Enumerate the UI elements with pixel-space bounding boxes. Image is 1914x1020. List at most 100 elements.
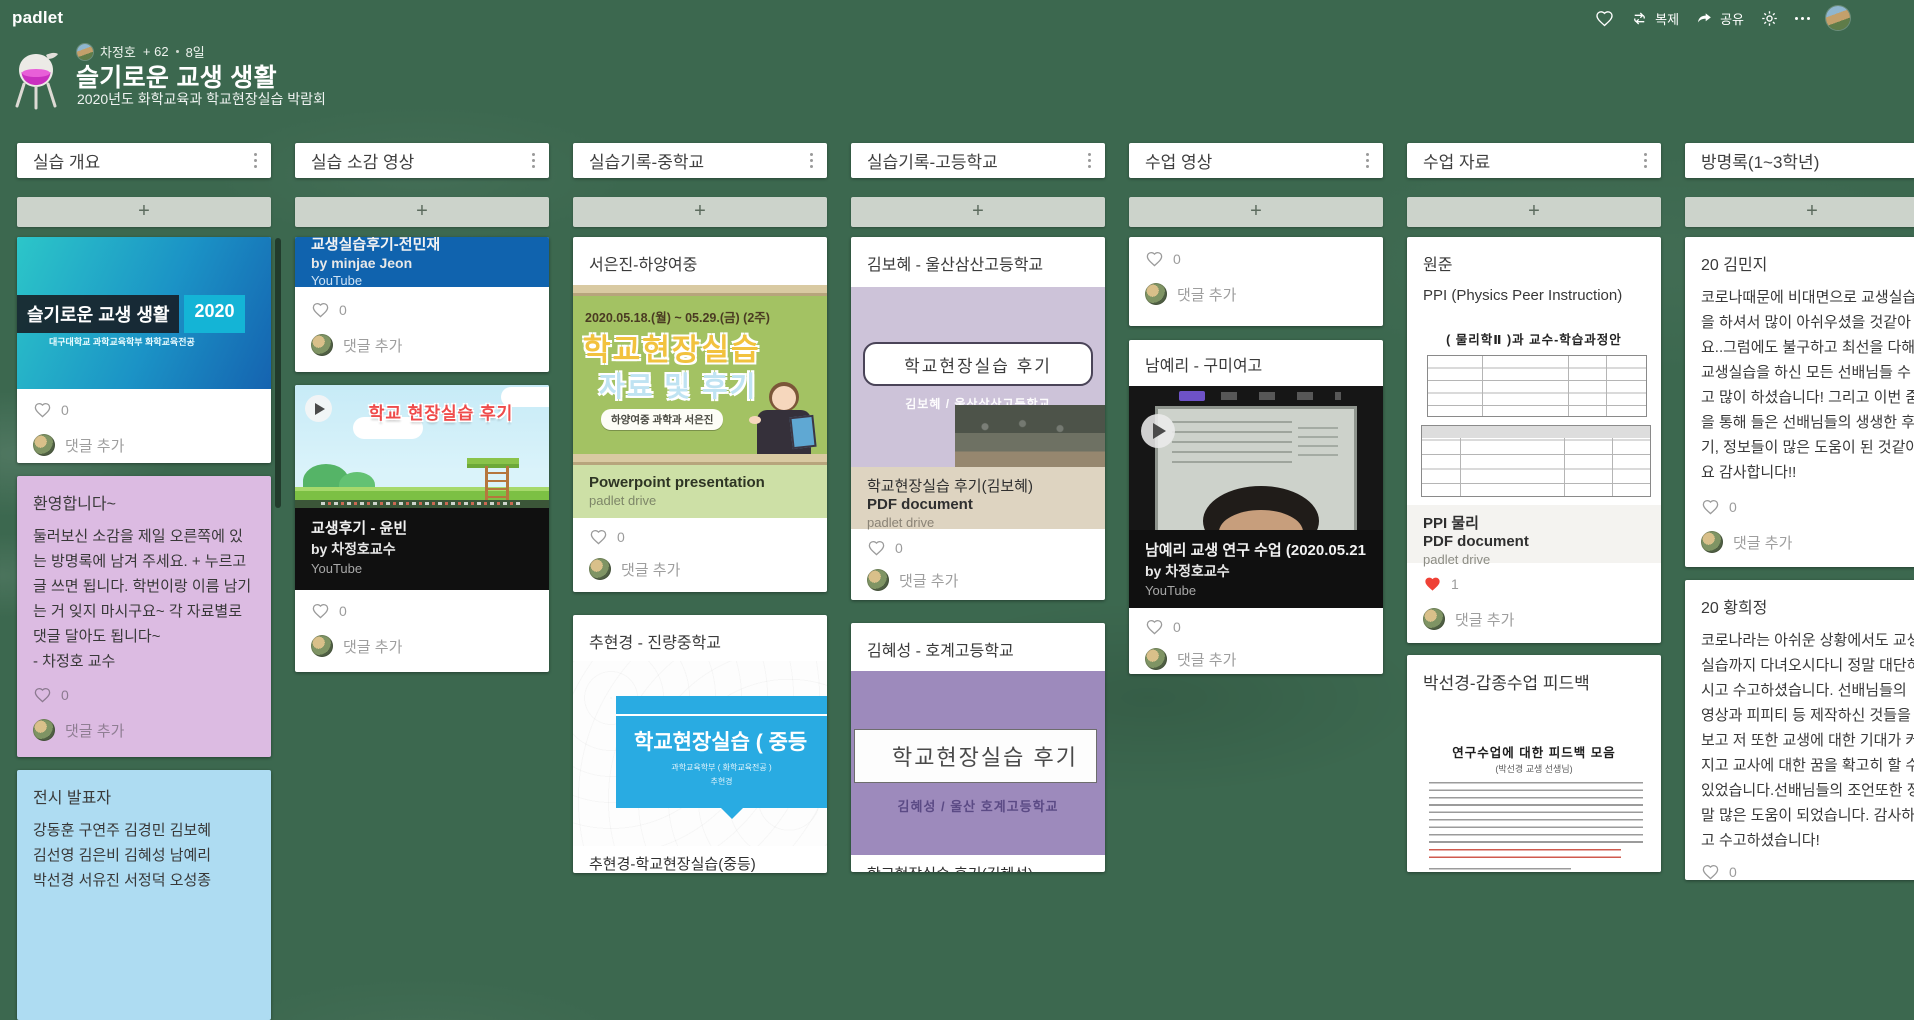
commenter-avatar xyxy=(589,558,611,580)
youtube-caption[interactable]: 교생후기 - 윤빈 by 차정호교수 YouTube xyxy=(295,508,549,590)
card-video-jeonminjae[interactable]: 교생실습후기-전민재 by minjae Jeon YouTube 0 댓글 추… xyxy=(295,237,549,372)
column-menu-icon[interactable] xyxy=(806,149,817,172)
duplicate-label: 복제 xyxy=(1655,9,1679,28)
heart-icon-filled[interactable] xyxy=(1423,575,1442,593)
video-thumbnail[interactable] xyxy=(1129,386,1383,530)
add-comment-button[interactable]: 댓글 추가 xyxy=(867,569,1089,591)
add-post-button[interactable]: + xyxy=(573,197,827,227)
play-icon[interactable] xyxy=(305,395,332,422)
contributor-count[interactable]: + 62 xyxy=(143,44,169,59)
card-welcome[interactable]: 환영합니다~ 둘러보신 소감을 제일 오른쪽에 있는 방명록에 남겨 주세요. … xyxy=(17,476,271,757)
video-thumbnail[interactable]: 학교 현장실습 후기 xyxy=(295,385,549,508)
attachment-preview[interactable]: 학교현장실습 후기 김보혜 / 울산삼산고등학교 xyxy=(851,287,1105,467)
user-avatar[interactable] xyxy=(1826,6,1850,30)
column-header-overview[interactable]: 실습 개요 xyxy=(17,143,271,178)
preview-byline: 김혜성 / 울산 호계고등학교 xyxy=(851,796,1105,815)
column-header-middleschool[interactable]: 실습기록-중학교 xyxy=(573,143,827,178)
add-comment-button[interactable]: 댓글 추가 xyxy=(1423,608,1645,630)
column-header-materials[interactable]: 수업 자료 xyxy=(1407,143,1661,178)
attachment-preview[interactable]: 학교현장실습 후기 김혜성 / 울산 호계고등학교 xyxy=(851,671,1105,855)
column-title: 방명록(1~3학년) xyxy=(1701,148,1914,173)
card-wonjun[interactable]: 원준 PPI (Physics Peer Instruction) ( 물리학Ⅱ… xyxy=(1407,237,1661,643)
attachment-caption[interactable]: 학교현장실습 후기(김혜성) xyxy=(851,855,1105,872)
youtube-caption[interactable]: 남예리 교생 연구 수업 (2020.05.21 구미… by 차정호교수 Yo… xyxy=(1129,530,1383,608)
padlet-logo[interactable]: padlet xyxy=(12,8,63,28)
card-likes-only[interactable]: 0 댓글 추가 xyxy=(1129,237,1383,326)
add-comment-button[interactable]: 댓글 추가 xyxy=(1145,283,1367,305)
classroom-photo xyxy=(955,405,1105,467)
attachment-title: PPI 물리 xyxy=(1423,512,1645,533)
slide-subtitle: 과학교육학부 ( 화학교육전공 ) xyxy=(616,762,827,773)
duplicate-button[interactable]: 복제 xyxy=(1630,9,1679,28)
column-menu-icon[interactable] xyxy=(1084,149,1095,172)
column-header-highschool[interactable]: 실습기록-고등학교 xyxy=(851,143,1105,178)
heart-icon[interactable] xyxy=(311,301,330,319)
card-kimhyesung[interactable]: 김혜성 - 호계고등학교 학교현장실습 후기 김혜성 / 울산 호계고등학교 학… xyxy=(851,623,1105,872)
card-guestbook-hwanghuijeong[interactable]: 20 황희정 코로나라는 아쉬운 상황에서도 교생실습까지 다녀오시다니 정말 … xyxy=(1685,580,1914,880)
settings-gear-icon[interactable] xyxy=(1760,9,1779,28)
column-header-guestbook[interactable]: 방명록(1~3학년) xyxy=(1685,143,1914,178)
post-title: 서은진-하양여중 xyxy=(573,237,827,279)
play-icon[interactable] xyxy=(1141,414,1175,448)
heart-icon[interactable] xyxy=(33,401,52,419)
heart-icon[interactable] xyxy=(1145,618,1164,636)
card-video-yoonbin[interactable]: 학교 현장실습 후기 교생후기 - 윤빈 by 차정호교수 YouTube 0 … xyxy=(295,385,549,672)
attachment-preview[interactable]: ( 물리학Ⅱ )과 교수-학습과정안 xyxy=(1407,315,1661,505)
heart-icon[interactable] xyxy=(1701,498,1720,516)
share-button[interactable]: 공유 xyxy=(1695,9,1744,28)
add-comment-button[interactable]: 댓글 추가 xyxy=(311,635,533,657)
heart-icon[interactable] xyxy=(589,528,608,546)
card-parksunkyung[interactable]: 박선경-갑종수업 피드백 연구수업에 대한 피드백 모음 (박선경 교생 선생님… xyxy=(1407,655,1661,872)
add-comment-button[interactable]: 댓글 추가 xyxy=(1145,648,1367,670)
column-header-videos[interactable]: 실습 소감 영상 xyxy=(295,143,549,178)
heart-icon[interactable] xyxy=(311,602,330,620)
attachment-caption[interactable]: 추현경-학교현장실습(중등) xyxy=(573,846,827,873)
add-comment-label: 댓글 추가 xyxy=(65,720,124,741)
card-guestbook-kimminji[interactable]: 20 김민지 코로나때문에 비대면으로 교생실습을 하셔서 많이 아쉬우셨을 것… xyxy=(1685,237,1914,567)
column-header-lessonvideos[interactable]: 수업 영상 xyxy=(1129,143,1383,178)
add-comment-button[interactable]: 댓글 추가 xyxy=(311,334,533,356)
card-intro-banner[interactable]: 슬기로운 교생 생활 2020 대구대학교 과학교육학부 화학교육전공 0 댓글… xyxy=(17,237,271,463)
column-menu-icon[interactable] xyxy=(1640,149,1651,172)
column-scrollbar[interactable] xyxy=(275,238,281,508)
card-namyeri[interactable]: 남예리 - 구미여고 남예리 교생 연구 수업 (2020.05.21 구미… … xyxy=(1129,340,1383,674)
add-comment-button[interactable]: 댓글 추가 xyxy=(33,719,255,741)
add-comment-button[interactable]: 댓글 추가 xyxy=(1701,531,1914,553)
heart-icon[interactable] xyxy=(867,539,886,557)
add-post-button[interactable]: + xyxy=(295,197,549,227)
add-comment-button[interactable]: 댓글 추가 xyxy=(589,558,811,580)
add-post-button[interactable]: + xyxy=(17,197,271,227)
more-options-icon[interactable] xyxy=(1795,17,1810,20)
attachment-title: 학교현장실습 후기(김보혜) xyxy=(867,475,1089,496)
banner-title: 슬기로운 교생 생활 xyxy=(17,295,179,333)
preview-title-line2: 자료 및 후기 xyxy=(599,365,757,405)
heart-icon[interactable] xyxy=(1145,250,1164,268)
add-comment-button[interactable]: 댓글 추가 xyxy=(33,434,255,456)
like-board-icon[interactable] xyxy=(1595,9,1614,28)
attachment-caption[interactable]: Powerpoint presentation padlet drive xyxy=(573,465,827,518)
video-title: 남예리 교생 연구 수업 (2020.05.21 구미… xyxy=(1145,539,1367,560)
attachment-preview[interactable]: 학교현장실습 ( 중등 과학교육학부 ( 화학교육전공 ) 추현경 xyxy=(573,661,827,846)
column-menu-icon[interactable] xyxy=(1362,149,1373,172)
card-presenters[interactable]: 전시 발표자 강동훈 구연주 김경민 김보혜 김선영 김은비 김혜성 남예리 박… xyxy=(17,770,271,1020)
card-choohyunkyung[interactable]: 추현경 - 진량중학교 학교현장실습 ( 중등 과학교육학부 ( 화학교육전공 … xyxy=(573,615,827,873)
intro-banner-image[interactable]: 슬기로운 교생 생활 2020 대구대학교 과학교육학부 화학교육전공 xyxy=(17,237,271,389)
board-frame xyxy=(573,454,827,465)
heart-count: 0 xyxy=(61,687,69,703)
column-menu-icon[interactable] xyxy=(528,149,539,172)
heart-count: 0 xyxy=(339,302,347,318)
column-title: 실습 소감 영상 xyxy=(311,148,528,173)
youtube-caption[interactable]: 교생실습후기-전민재 by minjae Jeon YouTube xyxy=(295,237,549,287)
add-post-button[interactable]: + xyxy=(1129,197,1383,227)
card-kimbohye[interactable]: 김보혜 - 울산삼산고등학교 학교현장실습 후기 김보혜 / 울산삼산고등학교 … xyxy=(851,237,1105,600)
heart-icon[interactable] xyxy=(33,686,52,704)
column-menu-icon[interactable] xyxy=(250,149,261,172)
add-post-button[interactable]: + xyxy=(1685,197,1914,227)
add-post-button[interactable]: + xyxy=(851,197,1105,227)
attachment-preview[interactable]: 연구수업에 대한 피드백 모음 (박선경 교생 선생님) xyxy=(1407,706,1661,872)
attachment-preview[interactable]: 2020.05.18.(월) ~ 05.29.(금) (2주) 학교현장실습 자… xyxy=(573,285,827,465)
card-seoeunjin[interactable]: 서은진-하양여중 2020.05.18.(월) ~ 05.29.(금) (2주)… xyxy=(573,237,827,592)
attachment-caption[interactable]: PPI 물리 PDF document padlet drive xyxy=(1407,505,1661,563)
add-post-button[interactable]: + xyxy=(1407,197,1661,227)
attachment-caption[interactable]: 학교현장실습 후기(김보혜) PDF document padlet drive xyxy=(851,467,1105,529)
